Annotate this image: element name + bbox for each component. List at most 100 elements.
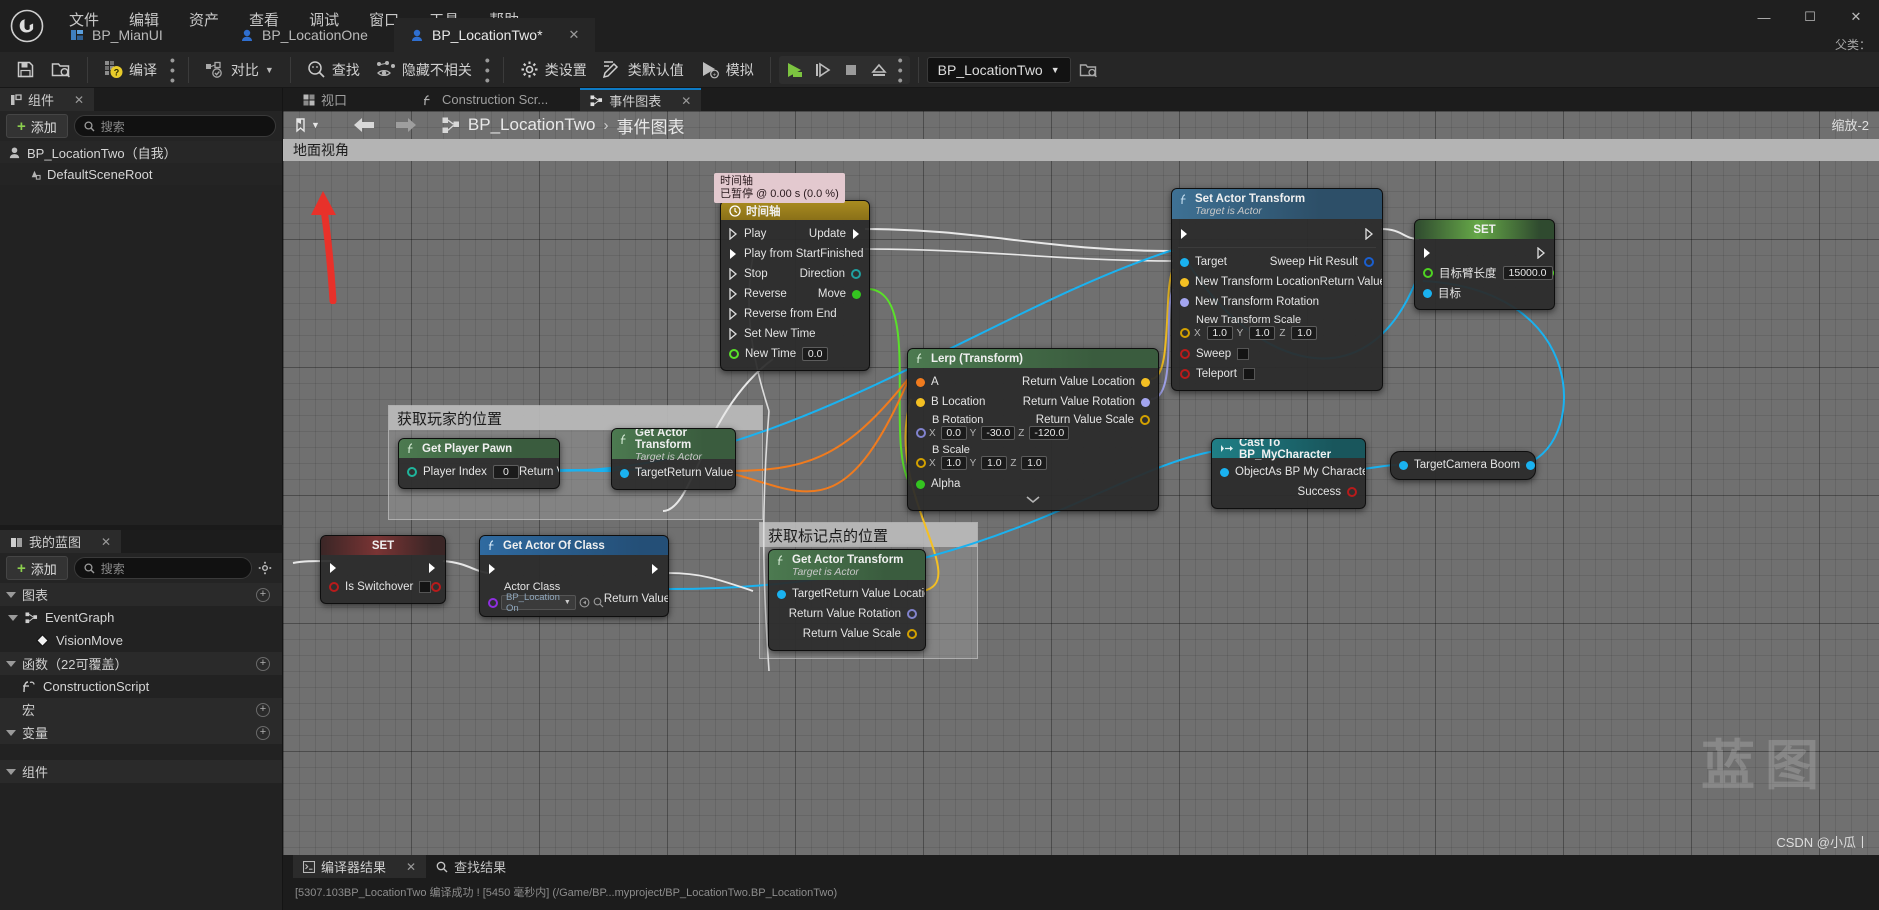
scale-z-input[interactable]: 1.0 (1291, 326, 1318, 340)
exec-pin-in[interactable] (488, 563, 497, 575)
node-get-player-pawn[interactable]: Get Player Pawn Player Index 0 Return Val… (398, 438, 560, 489)
node-camera-boom-getter[interactable]: Target Camera Boom (1390, 451, 1536, 480)
exec-pin-out[interactable] (852, 228, 861, 240)
exec-pin-out[interactable] (428, 562, 437, 574)
tab-event-graph[interactable]: 事件图表 ✕ (580, 88, 702, 111)
add-variable-button[interactable]: + (256, 725, 270, 740)
object-pin-out[interactable] (1526, 460, 1535, 470)
pin-row[interactable]: Return Value Rotation (769, 604, 925, 624)
section-macros[interactable]: 宏 + (0, 698, 282, 721)
rotator-pin-in[interactable] (1180, 297, 1189, 307)
pin-row-exec[interactable] (480, 559, 668, 579)
hide-unrelated-kebab[interactable]: • • • (480, 53, 495, 87)
node-set-actor-transform[interactable]: Set Actor Transform Target is Actor Targ… (1171, 188, 1383, 391)
add-function-button[interactable]: + (256, 656, 270, 671)
blueprint-graph-canvas[interactable]: ▼ BP_LocationTwo › 事件图表 缩放-2 地面视角 蓝图 获取玩… (283, 111, 1879, 855)
node-cast-to-bp-mycharacter[interactable]: Cast To BP_MyCharacter Object As BP My C… (1211, 438, 1366, 509)
section-variables[interactable]: 变量 + (0, 721, 282, 744)
pin-row[interactable]: Return Value Scale (769, 624, 925, 644)
node-set-target-arm-length[interactable]: SET 目标臂长度 15000.0 目标 (1414, 219, 1555, 310)
pin-row-is-switchover[interactable]: Is Switchover (321, 577, 445, 597)
find-button[interactable]: 查找 (299, 55, 368, 85)
pin-row[interactable]: New Transform Location Return Value (1172, 272, 1382, 292)
b-scale-y-input[interactable]: 1.0 (981, 456, 1008, 470)
class-defaults-button[interactable]: 类默认值 (595, 55, 692, 85)
browse-content-button[interactable] (43, 55, 79, 85)
transform-pin-in[interactable] (916, 377, 925, 387)
section-functions[interactable]: 函数（22可覆盖） + (0, 652, 282, 675)
pin-row-arm-length[interactable]: 目标臂长度 15000.0 (1415, 263, 1554, 283)
bool-pin-in[interactable] (1180, 369, 1190, 379)
step-button[interactable] (809, 57, 837, 83)
exec-pin-in[interactable] (729, 227, 738, 241)
b-scale-z-input[interactable]: 1.0 (1021, 456, 1048, 470)
object-pin-in[interactable] (777, 589, 786, 599)
class-pin-in[interactable] (488, 597, 498, 608)
pin-row[interactable]: Success (1212, 482, 1365, 502)
pin-row-new-time[interactable]: New Time 0.0 (721, 344, 869, 364)
add-graph-button[interactable]: + (256, 587, 270, 602)
node-get-actor-of-class[interactable]: Get Actor Of Class Actor Class BP_Locati… (479, 535, 669, 617)
exec-pin-in[interactable] (329, 562, 338, 574)
exec-pin-in[interactable] (729, 267, 738, 281)
node-timeline[interactable]: 时间轴 Play Update Play from Start Finished… (720, 200, 870, 371)
new-time-input[interactable]: 0.0 (802, 347, 829, 361)
pin-row[interactable]: Target Camera Boom (1391, 455, 1535, 475)
pin-row[interactable]: Play Update (721, 224, 869, 244)
play-button[interactable] (781, 57, 809, 83)
close-button[interactable]: ✕ (1833, 0, 1879, 34)
section-graphs[interactable]: 图表 + (0, 583, 282, 606)
component-row-self[interactable]: BP_LocationTwo（自我） (0, 141, 282, 163)
hide-unrelated-button[interactable]: 隐藏不相关 (368, 55, 480, 85)
tab-find-results[interactable]: 查找结果 (426, 855, 516, 878)
item-visionmove[interactable]: VisionMove (0, 629, 282, 652)
asset-tab-close-icon[interactable]: ✕ (551, 27, 580, 43)
object-pin-in[interactable] (1399, 460, 1408, 470)
bool-pin-out[interactable] (431, 582, 442, 592)
exec-pin-in[interactable] (729, 248, 738, 260)
nav-forward-button[interactable] (390, 114, 422, 136)
object-pin-in[interactable] (1423, 288, 1432, 298)
save-button[interactable] (8, 55, 43, 85)
section-components[interactable]: 组件 (0, 760, 282, 783)
pin-row[interactable]: Target Return Value Location (769, 584, 925, 604)
node-get-actor-transform-marker[interactable]: Get Actor Transform Target is Actor Targ… (768, 549, 926, 651)
pin-row-sweep[interactable]: Sweep (1172, 344, 1382, 364)
b-scale-x-input[interactable]: 1.0 (940, 456, 967, 470)
actor-class-dropdown[interactable]: BP_Location On ▼ (501, 592, 576, 614)
object-pin-in[interactable] (1180, 257, 1189, 267)
pin-row[interactable]: Target Sweep Hit Result (1172, 252, 1382, 272)
pin-row-exec[interactable] (1172, 223, 1382, 245)
b-rotation-y-input[interactable]: -30.0 (981, 426, 1016, 440)
my-blueprint-settings-icon[interactable] (258, 561, 276, 575)
object-pin-in[interactable] (620, 468, 629, 478)
search-icon[interactable] (593, 597, 604, 608)
diff-button[interactable]: 对比 ▼ (197, 55, 282, 85)
asset-tab-bp-locationone[interactable]: BP_LocationOne (224, 18, 394, 52)
my-blueprint-search-input[interactable]: 搜索 (73, 557, 252, 579)
exec-pin-out[interactable] (1537, 246, 1546, 260)
float-pin-in[interactable] (916, 479, 925, 489)
compile-button[interactable]: ? 编译 (96, 55, 165, 85)
rotator-pin-out[interactable] (907, 609, 917, 619)
my-blueprint-tab-close-icon[interactable]: ✕ (101, 535, 111, 549)
arm-length-input[interactable]: 15000.0 (1502, 266, 1553, 280)
exec-pin-out[interactable] (651, 563, 660, 575)
struct-pin-out[interactable] (1364, 257, 1374, 267)
vector-pin-out[interactable] (1140, 415, 1150, 425)
pin-row[interactable]: Player Index 0 Return Value (399, 462, 559, 482)
vector-pin-out[interactable] (907, 629, 917, 639)
browse-icon[interactable] (579, 597, 590, 608)
nav-back-button[interactable] (348, 114, 380, 136)
node-set-is-switchover[interactable]: SET Is Switchover (320, 535, 446, 604)
node-lerp-transform[interactable]: Lerp (Transform) A Return Value Location… (907, 348, 1159, 511)
components-tab-close-icon[interactable]: ✕ (74, 93, 84, 107)
rotator-pin-in[interactable] (916, 428, 926, 438)
bool-pin-out[interactable] (1347, 487, 1357, 497)
pin-row[interactable]: Stop Direction (721, 264, 869, 284)
scale-y-input[interactable]: 1.0 (1249, 326, 1276, 340)
pin-row-teleport[interactable]: Teleport (1172, 364, 1382, 384)
player-index-input[interactable]: 0 (492, 465, 519, 479)
exec-pin-in[interactable] (729, 307, 738, 321)
int-pin-in[interactable] (407, 467, 417, 477)
